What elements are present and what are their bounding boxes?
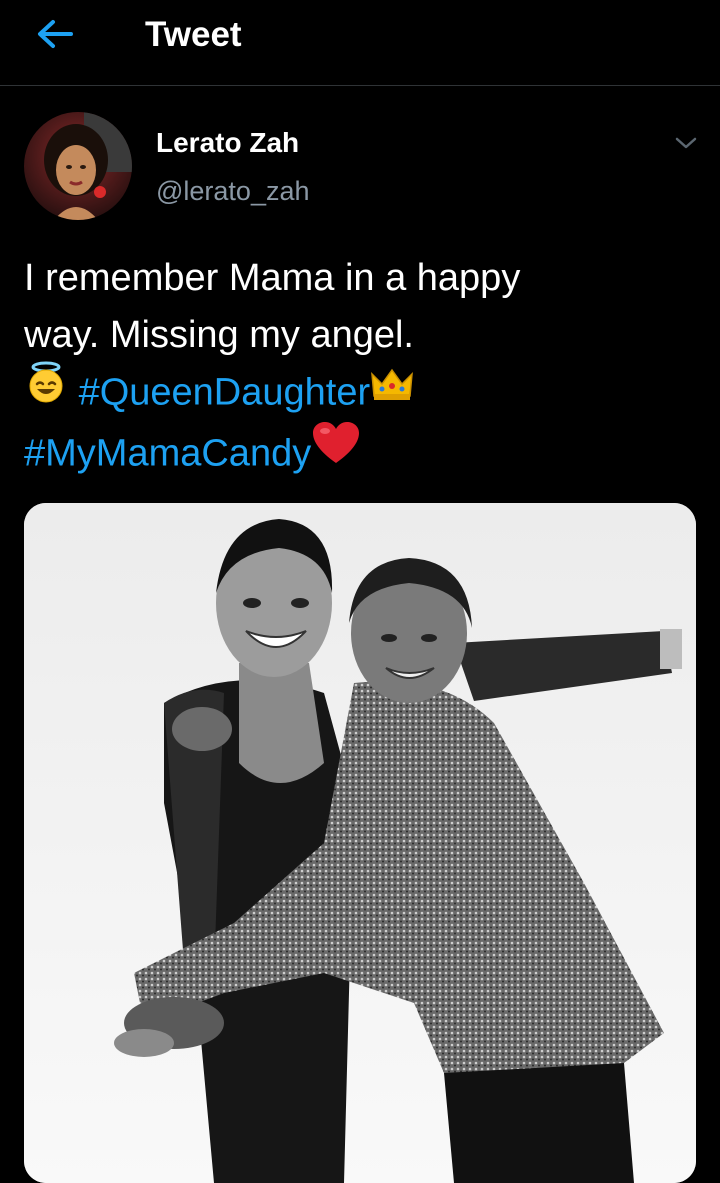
- tweet-text-line-4: #MyMamaCandy: [24, 422, 696, 486]
- crown-icon: [370, 362, 414, 419]
- tweet-text-line-3: #QueenDaughter: [24, 361, 696, 425]
- back-button[interactable]: [30, 14, 80, 54]
- tweet-text-line-1: I remember Mama in a happy: [24, 257, 521, 299]
- tweet-photo[interactable]: [24, 503, 696, 1183]
- author-name[interactable]: Lerato Zah: [156, 126, 299, 160]
- chevron-down-icon: [675, 137, 697, 149]
- hashtag-my-mama-candy[interactable]: #MyMamaCandy: [24, 433, 311, 475]
- hashtag-queen-daughter[interactable]: #QueenDaughter: [79, 372, 371, 414]
- red-heart-icon: [311, 421, 361, 482]
- tweet-text-line-2: way. Missing my angel.: [24, 314, 414, 356]
- tweet-menu-button[interactable]: [668, 128, 704, 158]
- page-title: Tweet: [145, 15, 242, 54]
- arrow-left-icon: [38, 20, 73, 48]
- top-app-bar: Tweet: [0, 0, 720, 86]
- smiling-face-with-halo-icon: [24, 360, 68, 421]
- author-handle[interactable]: @lerato_zah: [156, 174, 310, 208]
- avatar[interactable]: [24, 112, 132, 220]
- tweet-text: I remember Mama in a happy way. Missing …: [24, 250, 696, 486]
